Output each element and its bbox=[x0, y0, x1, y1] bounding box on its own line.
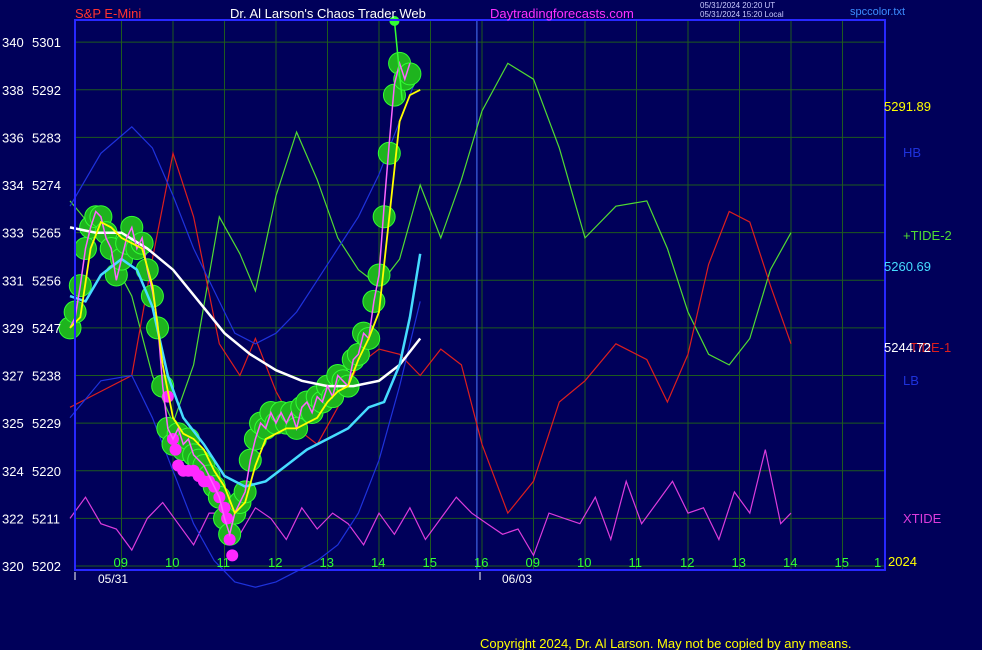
ma-slow-level-label: 5244.72 bbox=[884, 340, 931, 355]
chaos-trader-chart: S&P E-Mini Dr. Al Larson's Chaos Trader … bbox=[2, 1, 952, 650]
y-tick-left: 340 bbox=[2, 35, 24, 50]
y-axis-labels: 340 5301 338 5292 336 5283 334 5274 333 5265 331 52… bbox=[2, 35, 61, 574]
y-tick-price: 5283 bbox=[32, 130, 61, 145]
series-layer bbox=[58, 51, 792, 588]
y-tick-price: 5211 bbox=[32, 511, 60, 526]
y-tick-price: 5274 bbox=[32, 178, 61, 193]
tide2-label: +TIDE-2 bbox=[903, 228, 952, 243]
y-tick-price: 5220 bbox=[32, 464, 61, 479]
y-tick-price: 5202 bbox=[32, 559, 61, 574]
x-tick-label: 13 bbox=[320, 555, 334, 570]
data-file-name: spccolor.txt bbox=[850, 6, 905, 18]
y-tick-price: 5238 bbox=[32, 369, 61, 384]
instrument-title: S&P E-Mini bbox=[75, 6, 141, 21]
y-tick-left: 336 bbox=[2, 130, 24, 145]
x-tick-label: 11 bbox=[629, 555, 643, 570]
halo-marker bbox=[398, 62, 422, 86]
y-tick-left: 331 bbox=[2, 273, 24, 288]
y-tick-price: 5265 bbox=[32, 226, 61, 241]
date-label-0603: 06/03 bbox=[502, 572, 532, 586]
lb-label: LB bbox=[903, 373, 919, 388]
year-label: 2024 bbox=[888, 554, 917, 569]
y-tick-price: 5301 bbox=[32, 35, 61, 50]
y-tick-left: 327 bbox=[2, 369, 24, 384]
x-tick-label: 15 bbox=[835, 555, 849, 570]
y-tick-left: 338 bbox=[2, 83, 24, 98]
last-price-label: 5291.89 bbox=[884, 99, 931, 114]
y-tick-left: 333 bbox=[2, 226, 24, 241]
x-tick-label: 09 bbox=[526, 555, 540, 570]
ut-time: 05/31/2024 20:20 UT bbox=[700, 1, 775, 10]
hb-label: HB bbox=[903, 145, 921, 160]
y-tick-left: 322 bbox=[2, 511, 24, 526]
y-tick-price: 5229 bbox=[32, 416, 61, 431]
y-tick-left: 334 bbox=[2, 178, 24, 193]
x-tick-label: 11 bbox=[217, 555, 231, 570]
xtide-label: XTIDE bbox=[903, 511, 942, 526]
site-url[interactable]: Daytradingforecasts.com bbox=[490, 6, 634, 21]
x-tick-label: 15 bbox=[423, 555, 437, 570]
y-tick-price: 5256 bbox=[32, 273, 61, 288]
y-tick-left: 329 bbox=[2, 321, 24, 336]
y-tick-price: 5247 bbox=[32, 321, 61, 336]
x-tick-label: 14 bbox=[371, 555, 385, 570]
x-tick-label: 12 bbox=[268, 555, 282, 570]
x-tick-label: 10 bbox=[577, 555, 591, 570]
ma-level-label: 5260.69 bbox=[884, 259, 931, 274]
site-title: Dr. Al Larson's Chaos Trader Web bbox=[230, 6, 426, 21]
x-tick-label: 13 bbox=[732, 555, 746, 570]
x-axis-labels: 09 10 11 12 13 14 15 16 09 10 11 12 13 14 15 1 bbox=[114, 555, 882, 570]
y-tick-left: 325 bbox=[2, 416, 24, 431]
x-tick-label: 16 bbox=[474, 555, 488, 570]
x-tick-label: 12 bbox=[680, 555, 694, 570]
y-tick-left: 324 bbox=[2, 464, 24, 479]
y-tick-price: 5292 bbox=[32, 83, 61, 98]
local-time: 05/31/2024 15:20 Local bbox=[700, 10, 784, 19]
copyright: Copyright 2024, Dr. Al Larson. May not b… bbox=[480, 636, 851, 650]
signal-dot bbox=[169, 443, 182, 456]
y-tick-left: 320 bbox=[2, 559, 24, 574]
x-tick-label: 1 bbox=[874, 555, 881, 570]
date-label-0531: 05/31 bbox=[98, 572, 128, 586]
x-tick-label: 14 bbox=[783, 555, 797, 570]
plot-frame bbox=[74, 19, 886, 571]
x-tick-label: 10 bbox=[165, 555, 179, 570]
grid-lines bbox=[75, 20, 885, 570]
x-tick-label: 09 bbox=[114, 555, 128, 570]
